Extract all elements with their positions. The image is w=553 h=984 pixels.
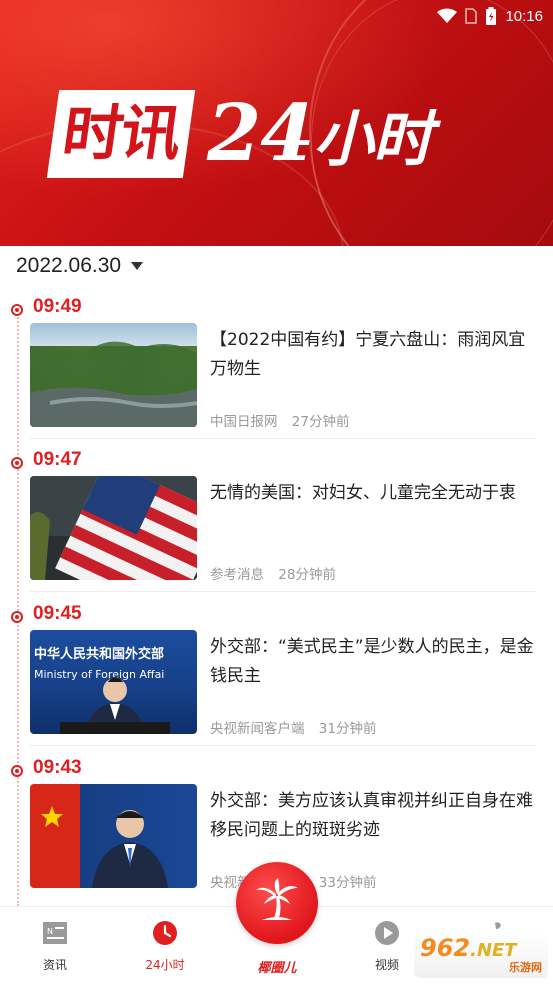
divider xyxy=(30,745,535,746)
newspaper-icon: N xyxy=(20,919,90,950)
svg-text:N: N xyxy=(47,927,53,936)
nav-label: 24小时 xyxy=(145,958,185,972)
news-ago: 33分钟前 xyxy=(318,875,377,891)
palm-tree-icon xyxy=(252,876,302,930)
news-thumbnail[interactable] xyxy=(30,323,197,427)
date-value: 2022.06.30 xyxy=(16,254,122,277)
nav-center-label: 椰圈儿 xyxy=(257,961,297,976)
news-time: 09:45 xyxy=(33,603,82,624)
news-headline[interactable]: 无情的美国：对妇女、儿童完全无动于衷 xyxy=(210,479,535,508)
timeline-dot-icon xyxy=(11,611,23,623)
news-ago: 28分钟前 xyxy=(278,567,336,583)
nav-label: 视频 xyxy=(374,958,399,972)
news-item[interactable]: 09:49 【2022中国有约】宁夏六盘山：雨润风宜万物生 中国日报网 27分钟… xyxy=(0,296,553,449)
hero-banner: 10:16 时讯 24小时 xyxy=(0,0,553,246)
news-thumbnail[interactable] xyxy=(30,476,197,580)
nav-center-button[interactable] xyxy=(236,862,318,944)
nav-item-news[interactable]: N 资讯 xyxy=(20,919,90,973)
news-time: 09:43 xyxy=(33,757,82,778)
svg-text:中华人民共和国外交部: 中华人民共和国外交部 xyxy=(34,646,164,662)
date-selector[interactable]: 2022.06.30 xyxy=(16,254,144,278)
news-time: 09:47 xyxy=(33,449,82,470)
news-source: 参考消息 xyxy=(210,567,264,583)
news-item[interactable]: 09:47 无情的美国：对妇女、儿童完全无动于衷 参考消息 28分钟前 xyxy=(0,449,553,602)
divider xyxy=(30,438,535,439)
news-ago: 31分钟前 xyxy=(318,721,377,737)
nav-item-24h[interactable]: 24小时 xyxy=(130,919,200,973)
banner-title-rest: 24小时 xyxy=(207,88,433,179)
sim-icon xyxy=(465,8,478,24)
watermark-logo: 962.NET 乐游网 xyxy=(414,932,548,978)
news-ago: 27分钟前 xyxy=(291,414,350,430)
news-headline[interactable]: 【2022中国有约】宁夏六盘山：雨润风宜万物生 xyxy=(210,326,535,384)
nav-item-video[interactable]: 视频 xyxy=(352,919,422,973)
timeline-dot-icon xyxy=(11,304,23,316)
battery-icon xyxy=(485,7,497,25)
play-icon xyxy=(352,919,422,950)
news-time: 09:49 xyxy=(33,296,82,317)
status-bar: 10:16 xyxy=(437,5,543,27)
timeline-dot-icon xyxy=(11,765,23,777)
divider xyxy=(30,591,535,592)
caret-down-icon xyxy=(131,262,144,270)
news-source: 央视新闻客户端 xyxy=(210,721,305,737)
news-thumbnail[interactable] xyxy=(30,784,197,888)
nav-label: 资讯 xyxy=(42,958,67,972)
wifi-icon xyxy=(437,8,458,24)
news-meta: 参考消息 28分钟前 xyxy=(210,563,336,583)
news-source: 中国日报网 xyxy=(210,414,278,430)
news-meta: 中国日报网 27分钟前 xyxy=(210,410,349,430)
banner-title-boxed: 时讯 xyxy=(46,89,196,178)
status-time: 10:16 xyxy=(505,7,543,25)
watermark-sub: 乐游网 xyxy=(509,961,542,974)
news-meta: 央视新闻客户端 31分钟前 xyxy=(210,717,376,737)
banner-title: 时讯 24小时 xyxy=(46,88,433,179)
timeline-dot-icon xyxy=(11,457,23,469)
svg-text:Ministry of Foreign Affai: Ministry of Foreign Affai xyxy=(34,668,164,681)
news-headline[interactable]: 外交部：美方应该认真审视并纠正自身在难移民问题上的斑斑劣迹 xyxy=(210,787,535,845)
news-headline[interactable]: 外交部：“美式民主”是少数人的民主，是金钱民主 xyxy=(210,633,535,691)
news-item[interactable]: 09:45 中华人民共和国外交部 Ministry of Foreign Aff… xyxy=(0,603,553,756)
clock-icon xyxy=(130,919,200,950)
news-thumbnail[interactable]: 中华人民共和国外交部 Ministry of Foreign Affai xyxy=(30,630,197,734)
watermark-main: 962.NET xyxy=(420,934,517,962)
